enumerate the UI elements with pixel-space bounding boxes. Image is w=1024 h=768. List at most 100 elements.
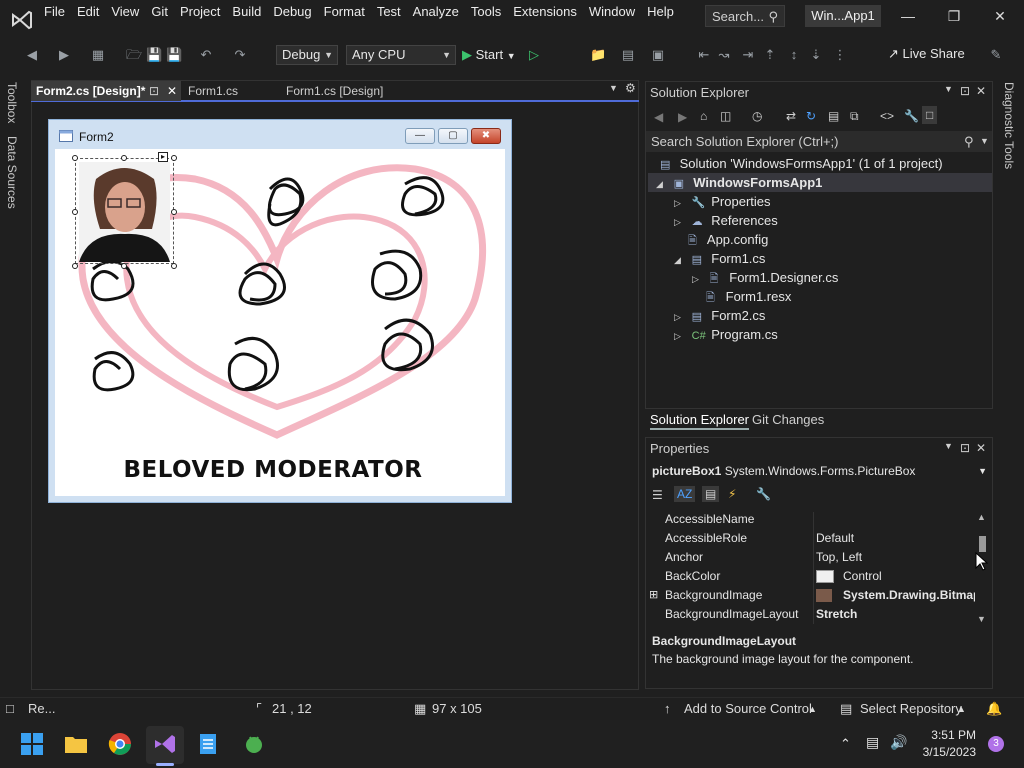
file-explorer-icon[interactable] [64, 732, 88, 756]
volume-icon[interactable]: 🔊 [890, 734, 907, 751]
scroll-up-icon[interactable]: ▲ [977, 512, 986, 522]
close-icon[interactable]: ✕ [990, 6, 1010, 26]
tab-form1-cs[interactable]: Form1.cs [183, 81, 275, 101]
home-icon[interactable]: ⌂ [700, 109, 707, 123]
minimize-icon[interactable]: — [898, 6, 918, 26]
tree-item-program[interactable]: ▷ C# Program.cs [674, 325, 992, 344]
property-value[interactable]: Stretch [816, 605, 976, 624]
tab-git-changes[interactable]: Git Changes [752, 410, 824, 430]
visual-studio-logo-icon[interactable] [10, 8, 34, 32]
forward-icon[interactable]: ▶ [678, 110, 687, 124]
resize-handle-e[interactable] [171, 209, 177, 215]
settings-gear-icon[interactable]: ⚙ [625, 81, 636, 95]
tree-item-form1-resx[interactable]: 🗎 Form1.resx [706, 287, 992, 306]
solution-configurations-icon[interactable]: 📁 [590, 47, 606, 63]
layout-toolbar-icon[interactable]: ▤ [620, 47, 636, 63]
sync-icon[interactable]: ⇄ [786, 109, 796, 123]
align-rights-icon[interactable]: ⇥ [740, 47, 756, 63]
tray-overflow-icon[interactable]: ⌃ [840, 736, 851, 752]
pin-icon[interactable]: ⊡ [960, 441, 970, 455]
panel-menu-icon[interactable]: ▼ [944, 84, 953, 94]
resize-handle-nw[interactable] [72, 155, 78, 161]
toolbox-tab[interactable]: Toolbox [5, 82, 19, 123]
menu-file[interactable]: File [40, 2, 73, 22]
property-value[interactable]: Top, Left [816, 548, 976, 567]
picturebox1[interactable] [75, 158, 174, 264]
start-debugging-button[interactable]: ▶ Start ▼ [462, 45, 516, 65]
clock-time[interactable]: 3:51 PM [924, 728, 976, 742]
diagnostic-tools-tab[interactable]: Diagnostic Tools [1002, 82, 1016, 169]
save-icon[interactable]: 💾 [146, 47, 162, 63]
align-bottoms-icon[interactable]: ⇣ [808, 47, 824, 63]
platform-dropdown[interactable]: Any CPU ▼ [346, 45, 456, 65]
bring-to-front-icon[interactable]: ▣ [650, 47, 666, 63]
scrollbar-thumb[interactable] [979, 536, 986, 552]
close-icon[interactable]: ✕ [976, 84, 986, 98]
properties-view-icon[interactable]: ▤ [702, 486, 720, 502]
scroll-down-icon[interactable]: ▼ [977, 614, 986, 624]
undo-icon[interactable]: ↶ [198, 47, 214, 63]
property-row[interactable]: AccessibleRole Default [648, 529, 976, 548]
configuration-dropdown[interactable]: Debug ▼ [276, 45, 338, 65]
menu-debug[interactable]: Debug [269, 2, 319, 22]
resize-handle-n[interactable] [121, 155, 127, 161]
live-share-button[interactable]: ↗ Live Share [888, 46, 965, 62]
notification-count-badge[interactable]: 3 [988, 736, 1004, 752]
add-to-source-control-button[interactable]: Add to Source Control [684, 701, 812, 716]
menu-view[interactable]: View [107, 2, 147, 22]
menu-edit[interactable]: Edit [73, 2, 107, 22]
restore-icon[interactable]: ❐ [944, 6, 964, 26]
menu-build[interactable]: Build [228, 2, 269, 22]
global-search-box[interactable]: Search... ⚲ [705, 5, 785, 27]
pending-changes-filter-icon[interactable]: ◷ [752, 109, 762, 123]
tab-form1-design[interactable]: Form1.cs [Design] [281, 81, 421, 101]
align-tops-icon[interactable]: ⇡ [762, 47, 778, 63]
menu-git[interactable]: Git [147, 2, 176, 22]
solution-name-pill[interactable]: Win...App1 [805, 5, 881, 27]
close-tab-icon[interactable]: ✕ [167, 81, 177, 101]
windows-start-icon[interactable] [20, 732, 44, 756]
close-icon[interactable]: ✕ [976, 441, 986, 455]
redo-icon[interactable]: ↷ [232, 47, 248, 63]
back-icon[interactable]: ◀ [24, 47, 40, 63]
align-centers-icon[interactable]: ↝ [716, 47, 732, 63]
property-row[interactable]: AccessibleName [648, 510, 976, 529]
clock-date[interactable]: 3/15/2023 [918, 745, 976, 759]
switch-views-icon[interactable]: ◫ [720, 109, 731, 123]
notifications-bell-icon[interactable]: 🔔 [986, 701, 1002, 717]
property-row[interactable]: Anchor Top, Left [648, 548, 976, 567]
status-notification-icon[interactable]: □ [6, 701, 14, 716]
panel-menu-icon[interactable]: ▼ [944, 441, 953, 451]
property-row[interactable]: ⊞ BackgroundImage System.Drawing.Bitmap [648, 586, 976, 605]
tab-solution-explorer[interactable]: Solution Explorer [650, 410, 749, 430]
show-all-files-icon[interactable]: ⧉ [850, 109, 859, 124]
save-all-icon[interactable]: 💾 [166, 47, 182, 63]
menu-project[interactable]: Project [176, 2, 228, 22]
expand-plus-icon[interactable]: ⊞ [649, 586, 658, 605]
menu-format[interactable]: Format [320, 2, 373, 22]
property-value[interactable]: Default [816, 529, 976, 548]
forward-icon[interactable]: ▶ [56, 47, 72, 63]
menu-analyze[interactable]: Analyze [409, 2, 467, 22]
feedback-icon[interactable]: ✎ [988, 47, 1004, 63]
form-caption-label[interactable]: BELOVED MODERATOR [55, 457, 491, 483]
start-without-debugging-icon[interactable]: ▷ [526, 47, 542, 63]
resize-handle-se[interactable] [171, 263, 177, 269]
form-maximize-button[interactable]: ▢ [438, 128, 468, 144]
network-icon[interactable]: ▤ [866, 734, 879, 751]
tree-item-properties[interactable]: ▷ 🔧 Properties [674, 192, 992, 211]
menu-tools[interactable]: Tools [467, 2, 509, 22]
collapse-all-icon[interactable]: ▤ [828, 109, 839, 123]
property-row[interactable]: BackColor Control [648, 567, 976, 586]
events-lightning-icon[interactable]: ⚡ [728, 487, 736, 501]
resize-handle-w[interactable] [72, 209, 78, 215]
property-value[interactable]: System.Drawing.Bitmap [843, 586, 975, 605]
view-designer-icon[interactable]: □ [922, 106, 938, 124]
align-lefts-icon[interactable]: ⇤ [696, 47, 712, 63]
back-icon[interactable]: ◀ [654, 110, 663, 124]
menu-help[interactable]: Help [643, 2, 682, 22]
select-repository-button[interactable]: Select Repository [860, 701, 962, 716]
menu-test[interactable]: Test [373, 2, 409, 22]
notepad-icon[interactable] [196, 732, 220, 756]
new-project-icon[interactable]: ▦ [90, 47, 106, 63]
